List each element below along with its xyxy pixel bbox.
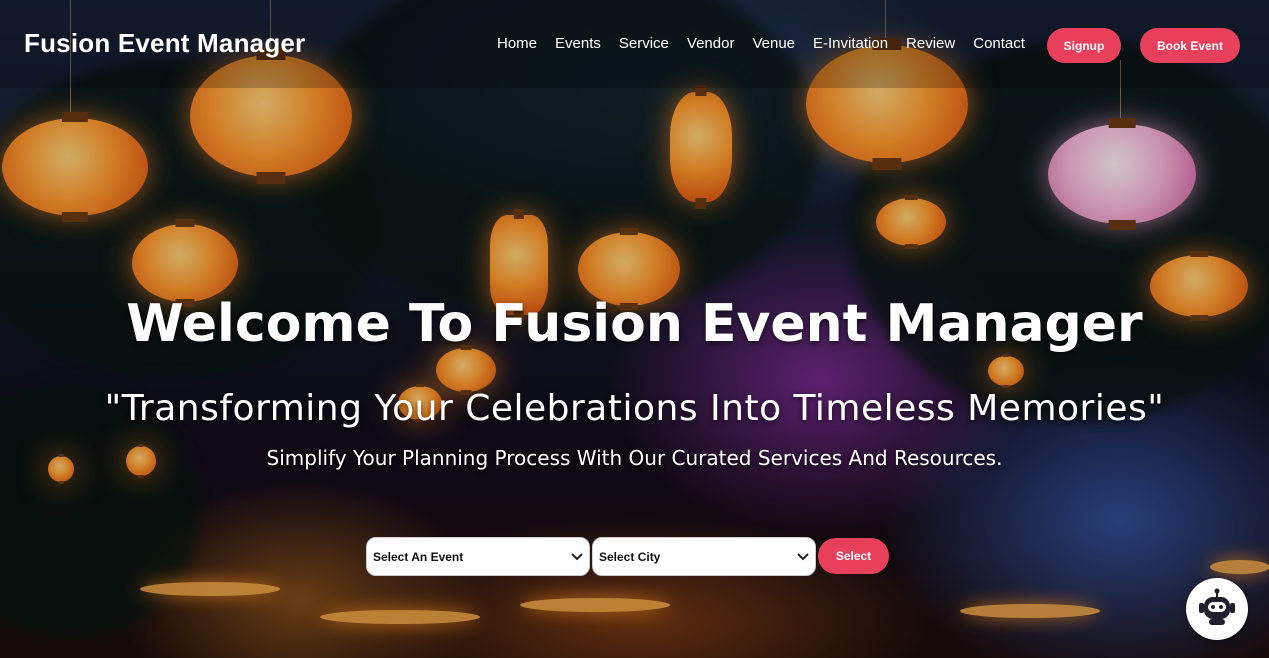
event-select[interactable]: Select An Event: [366, 537, 590, 576]
city-select[interactable]: Select City: [592, 537, 816, 576]
nav-link-home[interactable]: Home: [497, 35, 537, 52]
nav-link-e-invitation[interactable]: E-Invitation: [813, 35, 888, 52]
nav-link-review[interactable]: Review: [906, 35, 955, 52]
chatbot-button[interactable]: [1186, 578, 1248, 640]
event-select-value: Select An Event: [373, 549, 464, 564]
nav-links: Home Events Service Vendor Venue E-Invit…: [497, 35, 1025, 52]
hero-tagline: "Transforming Your Celebrations Into Tim…: [104, 388, 1165, 429]
hero-subtitle: Simplify Your Planning Process With Our …: [266, 446, 1003, 470]
navbar: Fusion Event Manager Home Events Service…: [0, 0, 1269, 88]
brand-logo-text[interactable]: Fusion Event Manager: [24, 28, 305, 59]
nav-link-venue[interactable]: Venue: [752, 35, 795, 52]
chevron-down-icon: [571, 550, 583, 564]
nav-link-contact[interactable]: Contact: [973, 35, 1025, 52]
nav-link-service[interactable]: Service: [619, 35, 669, 52]
select-submit-button[interactable]: Select: [818, 538, 889, 574]
nav-link-events[interactable]: Events: [555, 35, 601, 52]
book-event-button[interactable]: Book Event: [1140, 28, 1240, 63]
signup-button[interactable]: Signup: [1047, 28, 1121, 63]
hero-title: Welcome To Fusion Event Manager: [126, 294, 1143, 354]
robot-icon: [1197, 587, 1237, 631]
nav-link-vendor[interactable]: Vendor: [687, 35, 735, 52]
chevron-down-icon: [797, 550, 809, 564]
city-select-value: Select City: [599, 549, 661, 564]
